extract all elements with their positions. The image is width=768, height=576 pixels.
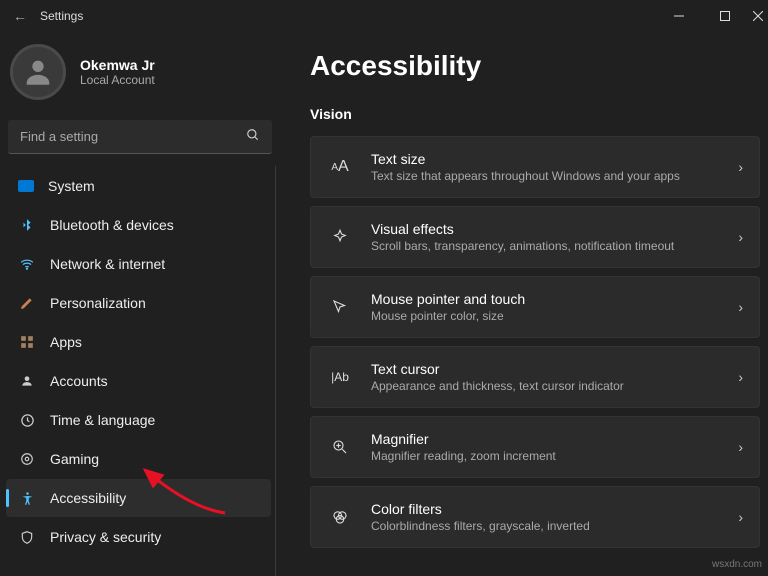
apps-icon	[18, 333, 36, 351]
card-title: Visual effects	[371, 221, 738, 237]
accessibility-icon	[18, 489, 36, 507]
textcursor-icon: |Ab	[327, 370, 353, 384]
cursor-icon	[327, 298, 353, 316]
card-text-cursor[interactable]: |Ab Text cursor Appearance and thickness…	[310, 346, 760, 408]
card-title: Text cursor	[371, 361, 738, 377]
card-color-filters[interactable]: Color filters Colorblindness filters, gr…	[310, 486, 760, 548]
profile-name: Okemwa Jr	[80, 57, 155, 73]
nav-label: Accounts	[50, 373, 108, 389]
nav-gaming[interactable]: Gaming	[6, 440, 271, 478]
clock-icon	[18, 411, 36, 429]
nav-time[interactable]: Time & language	[6, 401, 271, 439]
wifi-icon	[18, 255, 36, 273]
card-sub: Colorblindness filters, grayscale, inver…	[371, 519, 738, 533]
shield-icon	[18, 528, 36, 546]
chevron-right-icon: ›	[738, 439, 743, 455]
gaming-icon	[18, 450, 36, 468]
nav-apps[interactable]: Apps	[6, 323, 271, 361]
card-title: Magnifier	[371, 431, 738, 447]
window-title: Settings	[40, 9, 83, 23]
maximize-button[interactable]	[702, 0, 748, 32]
card-title: Text size	[371, 151, 738, 167]
textsize-icon: AA	[327, 158, 353, 176]
minimize-button[interactable]	[656, 0, 702, 32]
card-sub: Scroll bars, transparency, animations, n…	[371, 239, 738, 253]
system-icon	[18, 180, 34, 192]
nav-label: Time & language	[50, 412, 155, 428]
profile-block[interactable]: Okemwa Jr Local Account	[4, 32, 276, 120]
nav-list: System Bluetooth & devices Network & int…	[4, 166, 276, 576]
nav-personalization[interactable]: Personalization	[6, 284, 271, 322]
nav-label: Gaming	[50, 451, 99, 467]
watermark: wsxdn.com	[712, 559, 762, 570]
accounts-icon	[18, 372, 36, 390]
bluetooth-icon	[18, 216, 36, 234]
colorfilter-icon	[327, 508, 353, 526]
back-button[interactable]: ←	[0, 8, 40, 24]
nav-label: Network & internet	[50, 256, 165, 272]
nav-label: Accessibility	[50, 490, 126, 506]
avatar	[10, 44, 66, 100]
page-title: Accessibility	[310, 50, 760, 82]
chevron-right-icon: ›	[738, 509, 743, 525]
nav-label: Bluetooth & devices	[50, 217, 174, 233]
nav-label: Privacy & security	[50, 529, 161, 545]
card-title: Mouse pointer and touch	[371, 291, 738, 307]
search-input[interactable]	[20, 129, 246, 144]
nav-label: System	[48, 178, 95, 194]
main-content: Accessibility Vision AA Text size Text s…	[280, 32, 768, 576]
close-button[interactable]	[748, 0, 768, 32]
chevron-right-icon: ›	[738, 369, 743, 385]
card-sub: Mouse pointer color, size	[371, 309, 738, 323]
nav-label: Apps	[50, 334, 82, 350]
chevron-right-icon: ›	[738, 159, 743, 175]
nav-privacy[interactable]: Privacy & security	[6, 518, 271, 556]
sparkle-icon	[327, 228, 353, 246]
chevron-right-icon: ›	[738, 229, 743, 245]
section-vision: Vision	[310, 106, 760, 122]
search-box[interactable]	[8, 120, 272, 154]
card-sub: Magnifier reading, zoom increment	[371, 449, 738, 463]
brush-icon	[18, 294, 36, 312]
card-title: Color filters	[371, 501, 738, 517]
chevron-right-icon: ›	[738, 299, 743, 315]
nav-network[interactable]: Network & internet	[6, 245, 271, 283]
nav-label: Personalization	[50, 295, 146, 311]
nav-bluetooth[interactable]: Bluetooth & devices	[6, 206, 271, 244]
nav-system[interactable]: System	[6, 167, 271, 205]
nav-accessibility[interactable]: Accessibility	[6, 479, 271, 517]
sidebar: Okemwa Jr Local Account System Bluetooth…	[0, 32, 280, 576]
card-text-size[interactable]: AA Text size Text size that appears thro…	[310, 136, 760, 198]
card-mouse-pointer[interactable]: Mouse pointer and touch Mouse pointer co…	[310, 276, 760, 338]
card-sub: Appearance and thickness, text cursor in…	[371, 379, 738, 393]
search-icon	[246, 128, 260, 145]
card-visual-effects[interactable]: Visual effects Scroll bars, transparency…	[310, 206, 760, 268]
profile-sub: Local Account	[80, 73, 155, 87]
magnifier-icon	[327, 438, 353, 456]
nav-accounts[interactable]: Accounts	[6, 362, 271, 400]
card-sub: Text size that appears throughout Window…	[371, 169, 738, 183]
card-magnifier[interactable]: Magnifier Magnifier reading, zoom increm…	[310, 416, 760, 478]
